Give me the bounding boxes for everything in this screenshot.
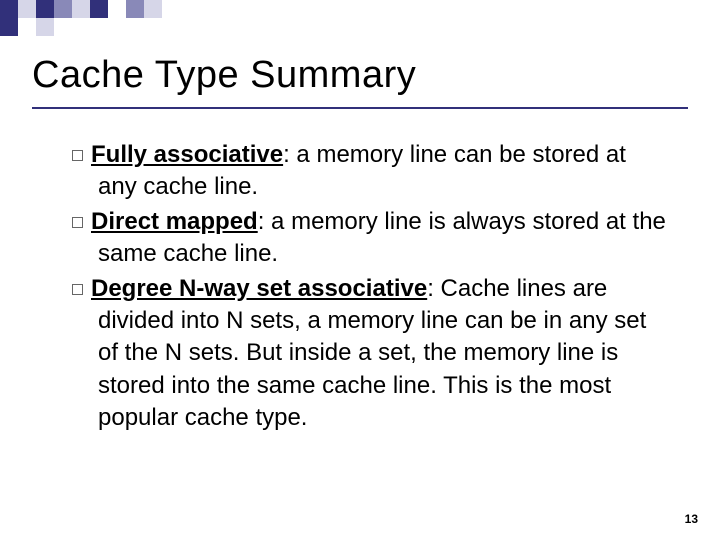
slide-container: Cache Type Summary Fully associative: a …	[0, 0, 720, 540]
list-item: Direct mapped: a memory line is always s…	[72, 206, 668, 271]
term: Fully associative	[91, 141, 283, 168]
bullet-box-icon	[72, 217, 83, 228]
list-item: Degree N-way set associative: Cache line…	[72, 273, 668, 435]
list-item: Fully associative: a memory line can be …	[72, 139, 668, 204]
term: Direct mapped	[91, 208, 258, 235]
bullet-box-icon	[72, 150, 83, 161]
content-area: Fully associative: a memory line can be …	[32, 139, 688, 435]
page-title: Cache Type Summary	[32, 54, 688, 109]
term: Degree N-way set associative	[91, 275, 427, 302]
bullet-box-icon	[72, 284, 83, 295]
page-number: 13	[685, 512, 698, 526]
